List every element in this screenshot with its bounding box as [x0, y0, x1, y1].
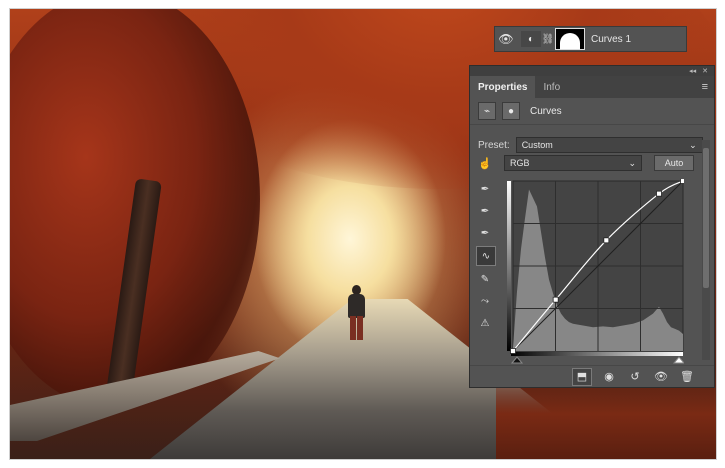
curves-adjustment-icon[interactable]: ⌁: [478, 102, 496, 120]
eye-icon[interactable]: 👁: [495, 32, 517, 46]
eyedropper-white-icon[interactable]: ✒: [476, 224, 494, 242]
panel-menu-icon[interactable]: ≡: [702, 81, 708, 93]
preset-label: Preset:: [478, 139, 510, 151]
adjustment-icon: ◐: [521, 31, 541, 47]
collapse-icon[interactable]: ◂◂: [689, 67, 696, 75]
scrollbar-thumb[interactable]: [703, 148, 709, 288]
curve-point: [603, 237, 610, 244]
curve-point: [680, 179, 684, 184]
panel-tabs: Properties Info ≡: [470, 76, 714, 98]
curve-point-tool-icon[interactable]: ∿: [476, 246, 496, 266]
link-icon[interactable]: ⛓: [541, 34, 555, 45]
properties-panel: ◂◂ ✕ Properties Info ≡ ⌁ ● Curves Preset…: [469, 65, 715, 388]
visibility-icon[interactable]: 👁: [652, 369, 670, 385]
tab-info[interactable]: Info: [535, 76, 568, 98]
preset-row: Preset: Custom ⌄: [478, 137, 703, 153]
pencil-icon[interactable]: ✎: [476, 270, 494, 288]
clipping-warning-icon[interactable]: ⚠: [476, 314, 494, 332]
tab-properties[interactable]: Properties: [470, 76, 536, 98]
channel-select[interactable]: RGB ⌄: [504, 155, 642, 171]
preset-value: Custom: [521, 140, 553, 150]
mask-icon[interactable]: ●: [502, 102, 520, 120]
clip-to-layer-icon[interactable]: ⬒: [572, 367, 592, 386]
eyedropper-black-icon[interactable]: ✒: [476, 180, 494, 198]
eyedropper-gray-icon[interactable]: ✒: [476, 202, 494, 220]
properties-title-row: ⌁ ● Curves: [470, 98, 714, 125]
panel-scrollbar[interactable]: [702, 140, 710, 360]
reset-icon[interactable]: ↺: [626, 369, 644, 385]
curves-tool-column: ✒ ✒ ✒ ∿ ✎ ⤳ ⚠: [476, 180, 498, 336]
curve-point: [552, 296, 559, 303]
view-previous-icon[interactable]: ◉: [600, 369, 618, 385]
chevron-down-icon: ⌄: [628, 157, 636, 168]
person-figure: [346, 285, 366, 345]
preset-select[interactable]: Custom ⌄: [515, 137, 703, 153]
curve-point: [510, 348, 516, 354]
channel-value: RGB: [510, 158, 530, 168]
layer-row-curves[interactable]: 👁 ◐ ⛓ Curves 1: [494, 26, 687, 52]
mask-thumbnail[interactable]: [555, 28, 585, 50]
panel-title: Curves: [530, 105, 562, 117]
curve-canvas[interactable]: [504, 179, 684, 365]
auto-button[interactable]: Auto: [654, 155, 694, 171]
white-point-slider: [672, 356, 684, 364]
layer-name: Curves 1: [591, 33, 632, 45]
curve-point: [656, 190, 662, 197]
smooth-icon[interactable]: ⤳: [476, 292, 494, 310]
black-point-slider: [510, 356, 524, 364]
trash-icon[interactable]: 🗑: [678, 369, 696, 385]
panel-header-bar: ◂◂ ✕: [470, 66, 714, 76]
channel-row: ☝ RGB ⌄ Auto: [478, 155, 694, 171]
hand-on-image-icon[interactable]: ☝: [478, 156, 496, 170]
close-icon[interactable]: ✕: [702, 67, 708, 75]
chevron-down-icon: ⌄: [689, 139, 697, 150]
panel-bottom-bar: ⬒ ◉ ↺ 👁 🗑: [470, 365, 714, 387]
curves-graph[interactable]: [504, 179, 684, 365]
